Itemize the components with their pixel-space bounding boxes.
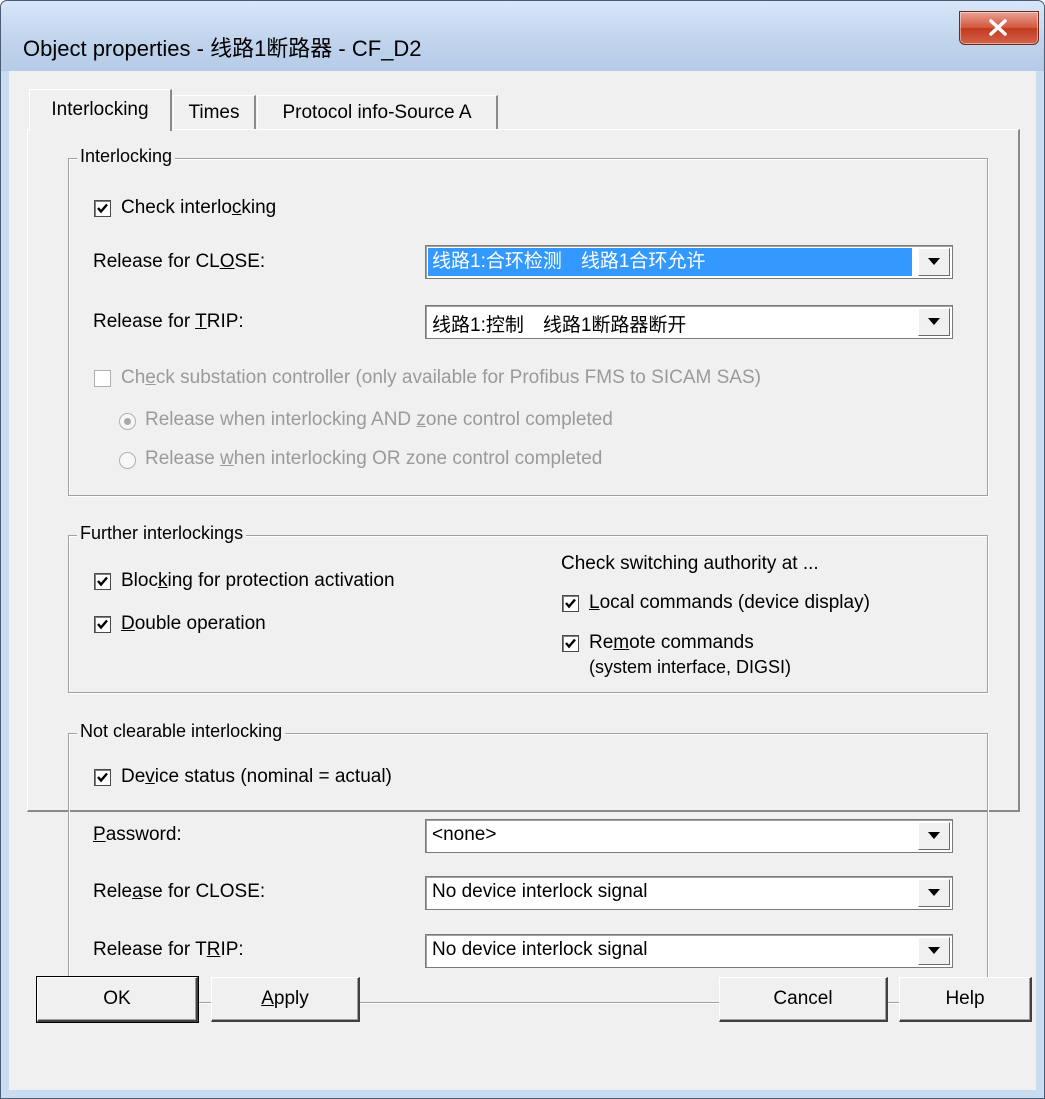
apply-button-label: Apply bbox=[261, 988, 309, 1009]
device-release-trip-label: Release for TRIP: bbox=[93, 939, 244, 960]
ok-button[interactable]: OK bbox=[36, 976, 199, 1023]
apply-button[interactable]: Apply bbox=[211, 977, 360, 1022]
release-trip-value: 线路1:控制 线路1断路器断开 bbox=[432, 315, 687, 336]
release-trip-dropdown-button[interactable] bbox=[918, 308, 950, 336]
radio-release-or[interactable] bbox=[119, 452, 136, 469]
release-close-value: 线路1:合环检测 线路1合环允许 bbox=[428, 248, 912, 276]
local-commands-checkbox[interactable] bbox=[562, 595, 579, 612]
device-release-trip-combo[interactable]: No device interlock signal bbox=[425, 934, 953, 968]
tab-times-label: Times bbox=[188, 102, 240, 123]
device-release-trip-value: No device interlock signal bbox=[432, 939, 648, 960]
tab-interlocking-label: Interlocking bbox=[51, 99, 149, 120]
tab-protocol-info-label: Protocol info-Source A bbox=[282, 102, 472, 123]
radio-selected-dot bbox=[124, 418, 131, 425]
close-icon bbox=[989, 19, 1007, 36]
chevron-down-icon bbox=[928, 889, 940, 896]
tab-panel-interlocking: Interlocking Check interlocking Release … bbox=[27, 129, 1020, 1003]
radio-release-or-label[interactable]: Release when interlocking OR zone contro… bbox=[145, 448, 602, 470]
ok-button-label: OK bbox=[103, 988, 131, 1009]
remote-commands-sublabel: (system interface, DIGSI) bbox=[589, 657, 792, 677]
check-substation-label[interactable]: Check substation controller (only availa… bbox=[121, 367, 761, 389]
chevron-down-icon bbox=[928, 318, 940, 325]
password-combo[interactable]: <none> bbox=[425, 819, 953, 853]
remote-commands-checkbox[interactable] bbox=[562, 635, 579, 652]
window-title: Object properties - 线路1断路器 - CF_D2 bbox=[23, 36, 422, 61]
device-status-label[interactable]: Device status (nominal = actual) bbox=[121, 766, 392, 788]
checkmark-icon bbox=[97, 619, 108, 630]
release-trip-combo[interactable]: 线路1:控制 线路1断路器断开 bbox=[425, 305, 953, 339]
group-further-interlockings: Further interlockings Blocking for prote… bbox=[68, 523, 988, 693]
checkmark-icon bbox=[97, 576, 108, 587]
group-not-clearable: Not clearable interlocking Device status… bbox=[68, 721, 988, 1003]
chevron-down-icon bbox=[928, 947, 940, 954]
local-commands-label[interactable]: Local commands (device display) bbox=[589, 592, 870, 614]
cancel-button[interactable]: Cancel bbox=[719, 977, 888, 1022]
checkmark-icon bbox=[565, 598, 576, 609]
chevron-down-icon bbox=[928, 832, 940, 839]
device-status-checkbox[interactable] bbox=[94, 769, 111, 786]
checkmark-icon bbox=[97, 772, 108, 783]
group-interlocking: Interlocking Check interlocking Release … bbox=[68, 146, 988, 496]
blocking-protection-label[interactable]: Blocking for protection activation bbox=[121, 570, 395, 592]
password-value: <none> bbox=[432, 824, 497, 845]
release-close-dropdown-button[interactable] bbox=[918, 248, 950, 276]
group-interlocking-legend: Interlocking bbox=[77, 146, 176, 167]
tab-interlocking[interactable]: Interlocking bbox=[29, 89, 172, 131]
double-operation-label[interactable]: Double operation bbox=[121, 613, 266, 635]
radio-release-and[interactable] bbox=[119, 413, 136, 430]
password-label: Password: bbox=[93, 824, 182, 845]
release-trip-label: Release for TRIP: bbox=[93, 311, 244, 332]
password-dropdown-button[interactable] bbox=[918, 822, 950, 850]
switching-authority-heading: Check switching authority at ... bbox=[561, 553, 819, 574]
dialog-client: Interlocking Times Protocol info-Source … bbox=[9, 71, 1036, 1090]
check-interlocking-label[interactable]: Check interlocking bbox=[121, 197, 276, 219]
radio-release-and-label[interactable]: Release when interlocking AND zone contr… bbox=[145, 409, 613, 431]
chevron-down-icon bbox=[928, 258, 940, 265]
check-interlocking-checkbox[interactable] bbox=[94, 200, 111, 217]
tab-times[interactable]: Times bbox=[173, 95, 256, 130]
help-button-label: Help bbox=[945, 988, 985, 1009]
device-release-close-label: Release for CLOSE: bbox=[93, 881, 266, 902]
help-button[interactable]: Help bbox=[899, 977, 1032, 1022]
blocking-protection-checkbox[interactable] bbox=[94, 573, 111, 590]
dialog-window: Object properties - 线路1断路器 - CF_D2 Inter… bbox=[0, 0, 1045, 1099]
checkmark-icon bbox=[97, 203, 108, 214]
device-release-close-combo[interactable]: No device interlock signal bbox=[425, 876, 953, 910]
check-substation-checkbox[interactable] bbox=[94, 370, 111, 387]
group-not-clearable-legend: Not clearable interlocking bbox=[77, 721, 286, 742]
checkmark-icon bbox=[565, 638, 576, 649]
device-release-close-dropdown-button[interactable] bbox=[918, 879, 950, 907]
close-button[interactable] bbox=[959, 11, 1039, 45]
release-close-combo[interactable]: 线路1:合环检测 线路1合环允许 bbox=[425, 245, 953, 279]
title-bar[interactable]: Object properties - 线路1断路器 - CF_D2 bbox=[1, 1, 1044, 71]
tab-protocol-info[interactable]: Protocol info-Source A bbox=[257, 95, 498, 130]
double-operation-checkbox[interactable] bbox=[94, 616, 111, 633]
cancel-button-label: Cancel bbox=[773, 988, 833, 1009]
release-close-label: Release for CLOSE: bbox=[93, 251, 266, 272]
device-release-close-value: No device interlock signal bbox=[432, 881, 648, 902]
remote-commands-label[interactable]: Remote commands bbox=[589, 632, 754, 654]
group-further-legend: Further interlockings bbox=[77, 523, 247, 544]
device-release-trip-dropdown-button[interactable] bbox=[918, 937, 950, 965]
